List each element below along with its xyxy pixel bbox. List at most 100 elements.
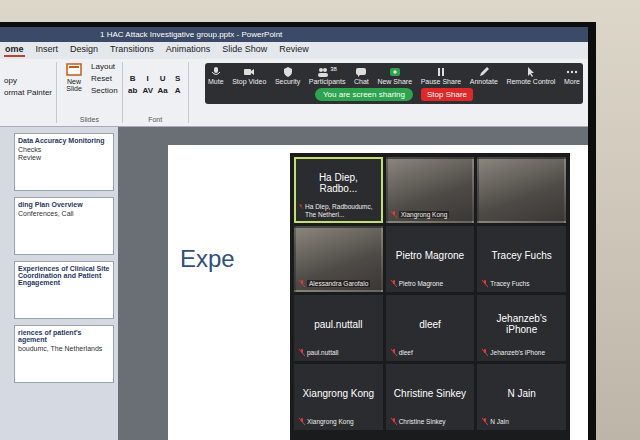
thumbnail-title: ding Plan Overview (18, 201, 110, 208)
slides-group: New Slide Layout Reset Section Slides (61, 62, 123, 123)
mic-off-icon (391, 211, 397, 218)
chat-button[interactable]: Chat (354, 66, 369, 85)
stop-share-button[interactable]: Stop Share (421, 88, 473, 101)
mic-off-icon (482, 280, 488, 287)
thumbnail-text: Conferences, Call (18, 210, 110, 217)
clipboard-button[interactable]: opy (4, 76, 52, 85)
clipboard-button[interactable]: ormat Painter (4, 88, 52, 97)
new-share-button[interactable]: New Share (377, 66, 412, 85)
participant-tile[interactable]: Jehanzeb's iPhoneJehanzeb's iPhone (477, 295, 566, 361)
participant-label: Ha Diep, Radboudumc, The Netherl... (299, 203, 378, 218)
participant-tile[interactable]: Christine SinkeyChristine Sinkey (386, 364, 475, 430)
clipboard-group: opy ormat Painter (4, 62, 57, 123)
mic-off-icon (482, 349, 488, 356)
slide-thumbnail[interactable]: riences of patient's agement boudumc, The… (14, 325, 114, 383)
thumbnail-title: Experiences of Clinical Site Coordinatio… (18, 265, 110, 286)
sharing-banner: You are screen sharing (315, 88, 413, 101)
participant-name: dleef (391, 300, 470, 349)
participant-tile[interactable]: Xiangrong KongXiangrong Kong (294, 364, 383, 430)
slides-option[interactable]: Layout (91, 62, 118, 71)
participant-label: N Jain (482, 418, 561, 425)
thumbnail-title: Data Accuracy Monitoring (18, 137, 110, 144)
participants-icon (317, 66, 329, 78)
window-title: 1 HAC Attack Investigative group.pptx - … (100, 30, 282, 39)
participant-label: Tracey Fuchs (482, 280, 561, 287)
participant-tile[interactable]: dleefdleef (386, 295, 475, 361)
more-button[interactable]: More (564, 66, 580, 85)
stop-video-icon (243, 66, 255, 78)
mute-button[interactable]: Mute (208, 66, 224, 85)
participant-label: Xiangrong Kong (391, 211, 470, 218)
mic-off-icon (391, 349, 397, 356)
stop-video-button[interactable]: Stop Video (232, 66, 266, 85)
participant-name (482, 162, 561, 218)
thumbnail-text: boudumc, The Netherlands (18, 345, 110, 352)
pause-share-button[interactable]: Pause Share (421, 66, 461, 85)
remote-control-icon (525, 66, 537, 78)
thumbnail-title: riences of patient's agement (18, 329, 110, 343)
mic-off-icon (299, 418, 305, 425)
chat-icon (355, 66, 367, 78)
participant-label: Xiangrong Kong (299, 418, 378, 425)
more-icon (566, 66, 578, 78)
participants-button[interactable]: 38Participants (309, 66, 346, 85)
font-button[interactable]: S (172, 74, 184, 83)
font-button[interactable]: AV (142, 86, 154, 95)
annotate-button[interactable]: Annotate (470, 66, 498, 85)
participant-tile[interactable] (477, 157, 566, 223)
participant-name (299, 231, 378, 280)
font-button[interactable]: B (127, 74, 139, 83)
participant-name (391, 162, 470, 211)
participant-tile[interactable]: Pietro MagronePietro Magrone (386, 226, 475, 292)
ribbon-tabs: ome Insert Design Transitions Animations Slid… (0, 42, 588, 59)
ribbon-tab[interactable]: Slide Show (221, 44, 268, 57)
participant-count: 38 (330, 66, 337, 72)
remote-control-button[interactable]: Remote Control (506, 66, 555, 85)
ribbon-tab[interactable]: Animations (165, 44, 212, 57)
participant-label: Pietro Magrone (391, 280, 470, 287)
font-button[interactable]: ab (127, 86, 139, 95)
participant-name: paul.nuttall (299, 300, 378, 349)
participant-tile[interactable]: Tracey FuchsTracey Fuchs (477, 226, 566, 292)
participant-tile[interactable]: Ha Diep, Radbo...Ha Diep, Radboudumc, Th… (294, 157, 383, 223)
font-button[interactable]: A (172, 86, 184, 95)
participant-label: Christine Sinkey (391, 418, 470, 425)
participant-tile[interactable]: Xiangrong Kong (386, 157, 475, 223)
slides-option[interactable]: Section (91, 86, 118, 95)
ribbon-tab[interactable]: Transitions (109, 44, 155, 57)
participant-tile[interactable]: paul.nuttallpaul.nuttall (294, 295, 383, 361)
security-button[interactable]: Security (275, 66, 300, 85)
font-group: BIUSabAVAaAFont (127, 62, 189, 123)
thumbnail-text: Review (18, 154, 110, 161)
mic-off-icon (299, 349, 305, 356)
participant-label: paul.nuttall (299, 349, 378, 356)
slides-option[interactable]: Reset (91, 74, 118, 83)
font-button[interactable]: Aa (157, 86, 169, 95)
security-icon (282, 66, 294, 78)
ribbon-tab[interactable]: Design (69, 44, 99, 57)
font-button[interactable]: I (142, 74, 154, 83)
participant-name: Xiangrong Kong (299, 369, 378, 418)
participant-tile[interactable]: Alessandra Garofalo (294, 226, 383, 292)
ribbon-tab[interactable]: ome (4, 44, 25, 57)
mic-off-icon (299, 203, 303, 210)
participant-gallery: Ha Diep, Radbo...Ha Diep, Radboudumc, Th… (290, 153, 570, 440)
participant-tile[interactable]: N JainN Jain (477, 364, 566, 430)
participant-name: Ha Diep, Radbo... (299, 162, 378, 203)
new-slide-button[interactable]: New Slide (61, 62, 87, 92)
font-button[interactable]: U (157, 74, 169, 83)
slide-thumbnail[interactable]: ding Plan Overview Conferences, Call (14, 197, 114, 255)
slide-thumbnail[interactable]: Experiences of Clinical Site Coordinatio… (14, 261, 114, 319)
ribbon-tab[interactable]: Review (278, 44, 310, 57)
mic-off-icon (299, 280, 305, 287)
slide-thumbnail[interactable]: Data Accuracy MonitoringChecksReview (14, 133, 114, 191)
mic-off-icon (391, 280, 397, 287)
ribbon-tab[interactable]: Insert (35, 44, 60, 57)
slide-thumbnails: Data Accuracy MonitoringChecksReview ding… (0, 127, 118, 440)
participant-name: Pietro Magrone (391, 231, 470, 280)
participant-name: N Jain (482, 369, 561, 418)
group-caption: Slides (61, 116, 118, 123)
participant-label: Alessandra Garofalo (299, 280, 378, 287)
mute-icon (210, 66, 222, 78)
participant-label: Jehanzeb's iPhone (482, 349, 561, 356)
